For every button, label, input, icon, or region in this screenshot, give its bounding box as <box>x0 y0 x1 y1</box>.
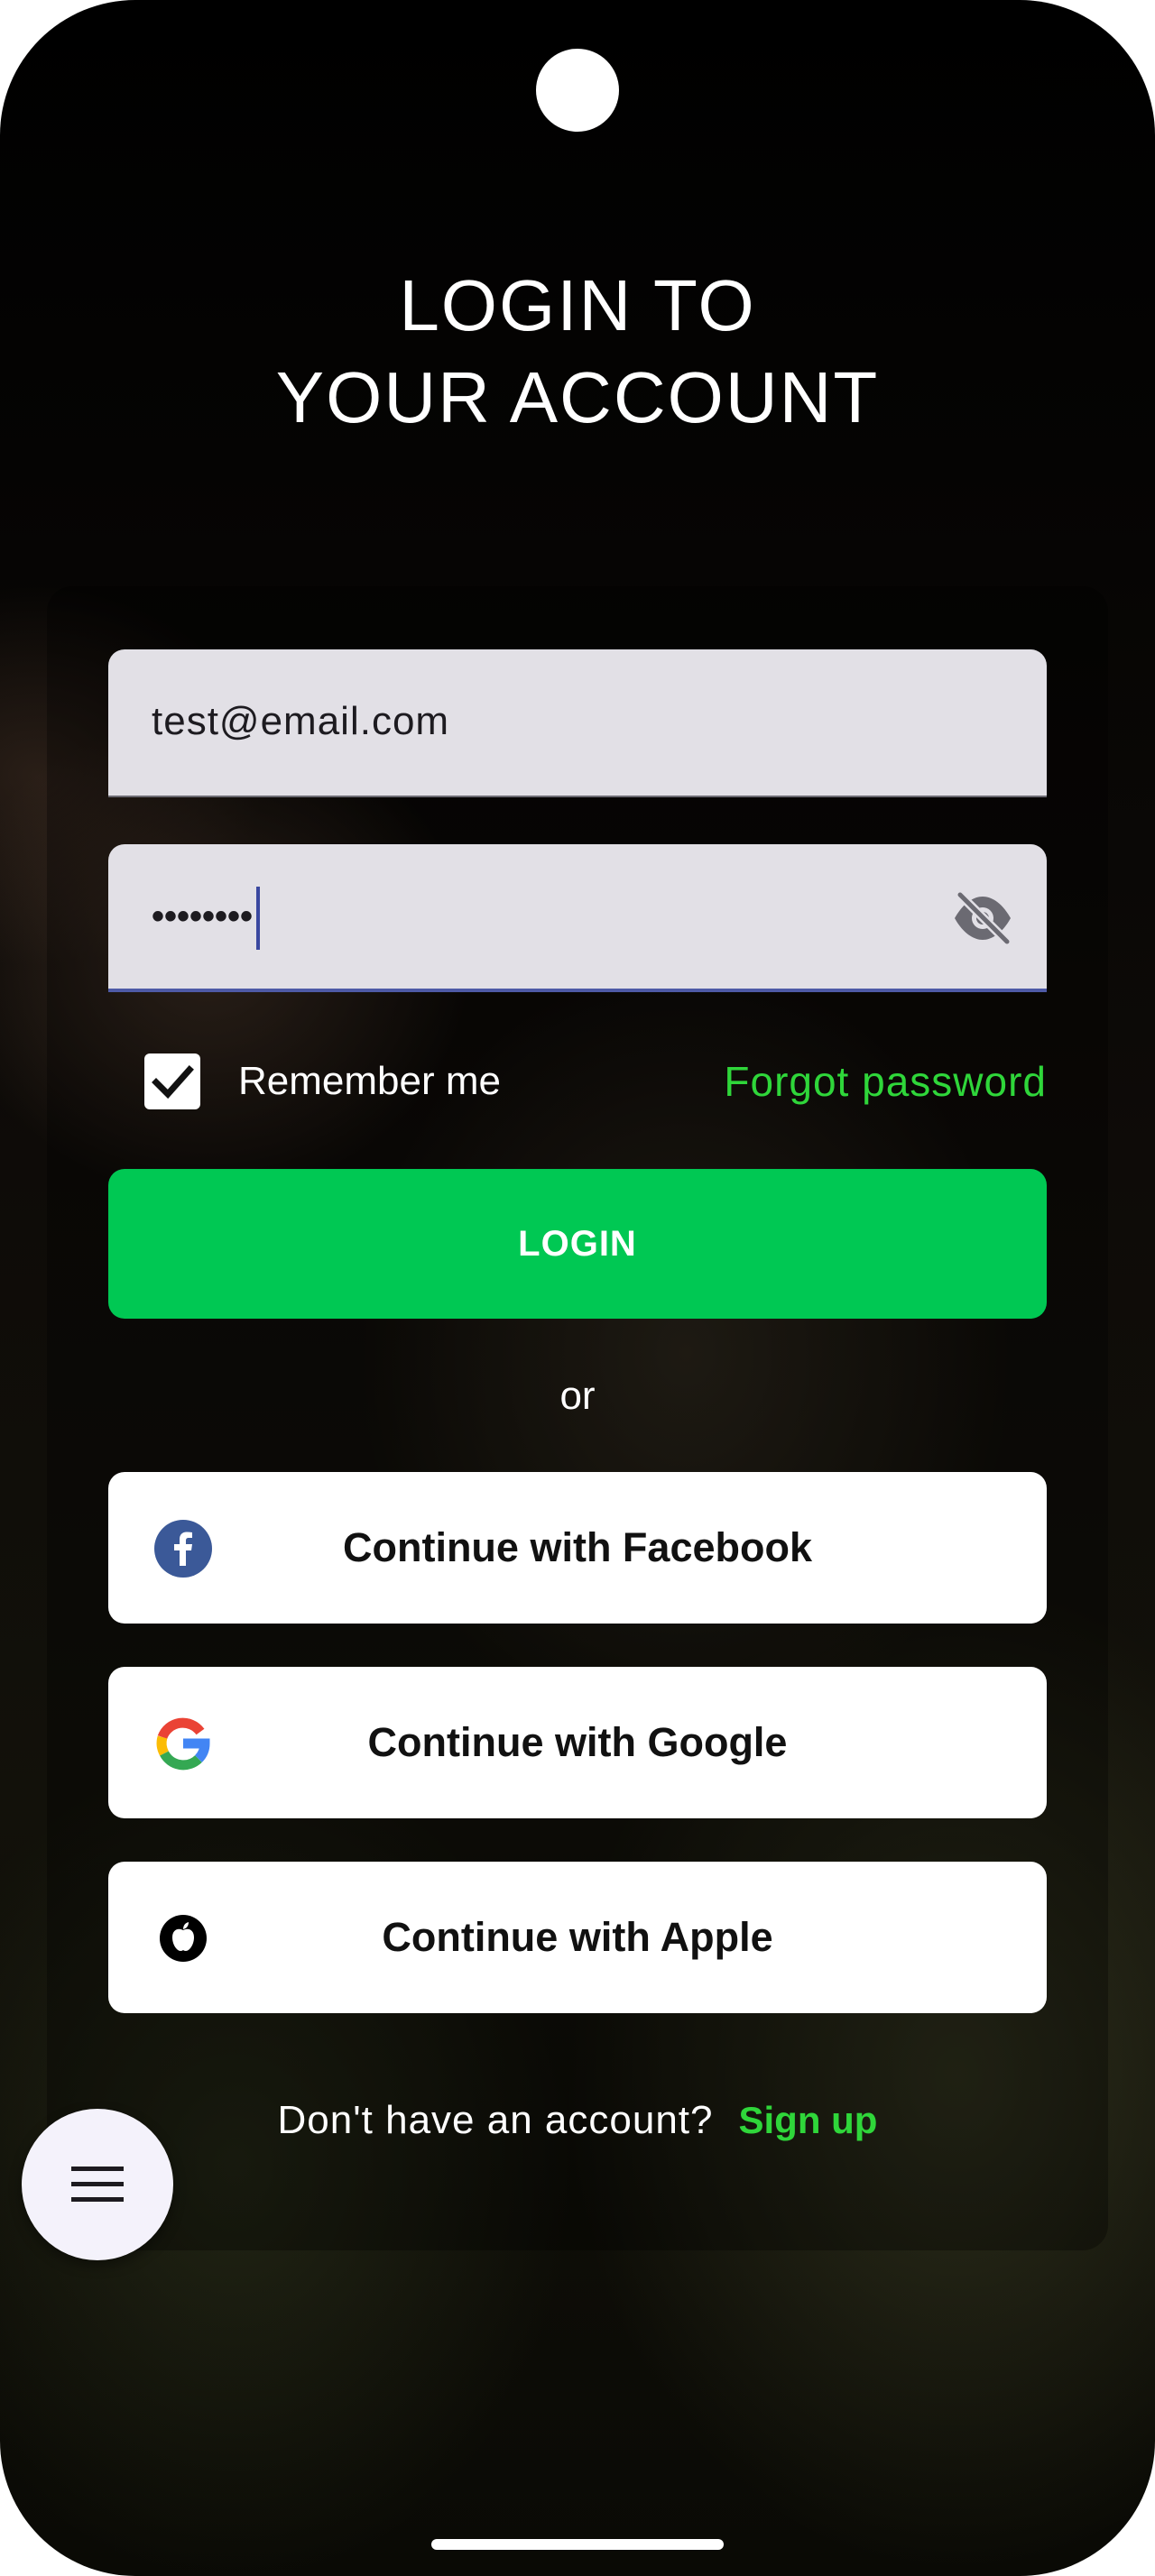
title-line-2: YOUR ACCOUNT <box>275 357 880 437</box>
email-field[interactable]: test@email.com <box>108 649 1047 797</box>
signup-link[interactable]: Sign up <box>738 2099 877 2141</box>
forgot-password-link[interactable]: Forgot password <box>724 1052 1047 1111</box>
signup-prompt: Don't have an account? <box>277 2098 714 2142</box>
eye-off-icon[interactable] <box>951 891 1014 945</box>
continue-facebook-button[interactable]: Continue with Facebook <box>108 1472 1047 1624</box>
title-line-1: LOGIN TO <box>399 265 756 345</box>
text-caret <box>256 887 261 951</box>
continue-google-button[interactable]: Continue with Google <box>108 1667 1047 1818</box>
password-value: •••••••• <box>152 844 261 989</box>
check-icon <box>152 1065 194 1099</box>
password-dots: •••••••• <box>152 897 254 936</box>
continue-apple-button[interactable]: Continue with Apple <box>108 1862 1047 2013</box>
menu-fab[interactable] <box>22 2109 173 2260</box>
facebook-label: Continue with Facebook <box>342 1524 812 1570</box>
camera-cutout <box>536 49 619 132</box>
google-label: Continue with Google <box>367 1719 788 1765</box>
email-value: test@email.com <box>152 699 450 743</box>
home-indicator[interactable] <box>431 2539 724 2550</box>
app-screen: LOGIN TO YOUR ACCOUNT test@email.com •••… <box>0 0 1155 2576</box>
remember-checkbox[interactable] <box>144 1053 200 1109</box>
remember-label: Remember me <box>238 1059 501 1103</box>
password-field[interactable]: •••••••• <box>108 844 1047 992</box>
page-title: LOGIN TO YOUR ACCOUNT <box>0 260 1155 444</box>
login-button[interactable]: LOGIN <box>108 1169 1047 1319</box>
or-divider: or <box>559 1374 596 1418</box>
menu-icon <box>71 2167 124 2202</box>
apple-label: Continue with Apple <box>382 1914 773 1960</box>
signup-row: Don't have an account? Sign up <box>0 2091 1155 2159</box>
